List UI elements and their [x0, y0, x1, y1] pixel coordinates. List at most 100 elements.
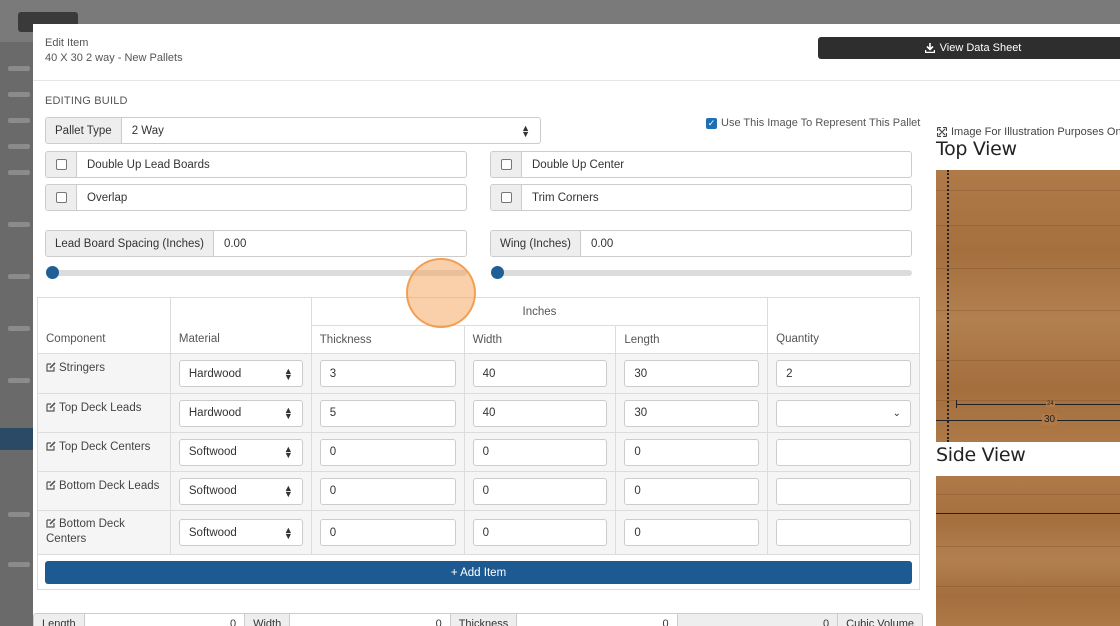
width-input[interactable]: 40 — [472, 360, 608, 387]
wing-input[interactable]: 0.00 — [581, 231, 911, 256]
component-cell: Bottom Deck Centers — [37, 510, 171, 555]
length-cell: 0 — [615, 432, 769, 472]
dimension-line — [947, 170, 949, 442]
column-width: Width — [463, 325, 617, 354]
summary-cubic-volume-label: Cubic Volume — [838, 614, 922, 626]
trim-corners-checkbox[interactable] — [500, 192, 512, 203]
length-cell: 0 — [615, 471, 769, 511]
double-up-lead-boards-checkbox[interactable] — [55, 159, 67, 170]
background-sidebar-item — [8, 118, 30, 123]
sort-icon: ▲ ▼ — [283, 405, 293, 421]
width-input[interactable]: 0 — [472, 438, 608, 466]
background-sidebar-item — [8, 512, 30, 517]
quantity-input[interactable] — [776, 477, 911, 505]
column-material: Material — [169, 297, 312, 354]
width-input[interactable]: 0 — [472, 477, 608, 505]
thickness-input[interactable]: 0 — [319, 477, 456, 505]
edit-icon[interactable] — [46, 362, 56, 372]
material-value: Softwood — [188, 485, 237, 497]
wing-label: Wing (Inches) — [491, 231, 581, 256]
lead-board-spacing-group: Lead Board Spacing (Inches) 0.00 — [45, 230, 467, 257]
wing-slider-thumb[interactable] — [491, 266, 504, 279]
lead-board-spacing-slider-thumb[interactable] — [46, 266, 59, 279]
sort-icon: ▲ ▼ — [521, 122, 530, 139]
lead-board-spacing-input[interactable]: 0.00 — [214, 231, 466, 256]
pallet-type-group: Pallet Type 2 Way ▲ ▼ — [45, 117, 541, 144]
click-indicator — [406, 258, 476, 328]
background-sidebar-item — [8, 66, 30, 71]
sort-icon: ▲ ▼ — [283, 483, 293, 499]
background-sidebar-item — [8, 562, 30, 567]
width-cell: 0 — [463, 471, 617, 511]
lead-board-spacing-slider[interactable] — [46, 266, 467, 279]
material-select[interactable]: Hardwood ▲ ▼ — [178, 360, 303, 387]
component-cell: Top Deck Centers — [37, 432, 171, 472]
thickness-input[interactable]: 0 — [319, 438, 456, 466]
material-value: Softwood — [188, 446, 237, 458]
sort-icon: ▲ ▼ — [283, 444, 293, 460]
column-component: Component — [37, 297, 171, 354]
thickness-input[interactable]: 3 — [319, 360, 456, 387]
material-select[interactable]: Hardwood ▲ ▼ — [178, 399, 303, 427]
material-select[interactable]: Softwood ▲ ▼ — [178, 438, 303, 466]
edit-icon[interactable] — [46, 441, 56, 451]
length-input[interactable]: 0 — [624, 438, 760, 466]
thickness-input[interactable]: 0 — [319, 519, 456, 546]
length-input[interactable]: 30 — [624, 360, 760, 387]
view-data-sheet-button[interactable]: View Data Sheet — [818, 37, 1120, 59]
quantity-input[interactable]: 2 — [776, 360, 911, 387]
table-row: Bottom Deck Leads Softwood ▲ ▼ 0 0 0 — [37, 471, 920, 511]
illustration-note-text: Image For Illustration Purposes Only — [951, 126, 1120, 138]
material-cell: Hardwood ▲ ▼ — [169, 393, 312, 433]
length-input[interactable]: 30 — [624, 399, 760, 427]
column-length: Length — [615, 325, 769, 354]
option-checkbox-cell — [491, 185, 522, 210]
background-sidebar-item — [8, 326, 30, 331]
edit-icon[interactable] — [46, 480, 56, 490]
component-cell: Bottom Deck Leads — [37, 471, 171, 511]
option-label: Double Up Lead Boards — [87, 158, 210, 171]
material-value: Hardwood — [188, 367, 242, 380]
checkmark-icon: ✓ — [706, 117, 717, 129]
thickness-cell: 3 — [310, 353, 465, 394]
edit-icon[interactable] — [46, 518, 56, 528]
pallet-type-label: Pallet Type — [46, 118, 122, 143]
use-image-option[interactable]: ✓ Use This Image To Represent This Palle… — [706, 117, 920, 129]
background-sidebar-item — [8, 144, 30, 149]
quantity-cell: 2 — [767, 353, 920, 394]
add-item-button[interactable]: + Add Item — [45, 561, 912, 584]
dimension-line — [956, 404, 1120, 405]
pallet-type-select[interactable]: 2 Way ▲ ▼ — [122, 118, 540, 143]
material-select[interactable]: Softwood ▲ ▼ — [178, 477, 303, 505]
width-input[interactable]: 40 — [472, 399, 608, 427]
side-view-line — [936, 513, 1120, 514]
background-sidebar — [0, 42, 34, 626]
components-table: Component Material Inches Quantity Thick… — [37, 297, 920, 555]
summary-length-value: 0 — [84, 614, 246, 626]
wood-grain — [936, 310, 1120, 311]
width-input[interactable]: 0 — [472, 519, 608, 546]
wood-grain — [936, 190, 1120, 191]
edit-icon[interactable] — [46, 402, 56, 412]
use-image-checkbox[interactable]: ✓ — [706, 117, 717, 129]
quantity-select[interactable]: ⌄ — [776, 399, 911, 427]
wood-grain — [936, 494, 1120, 495]
length-input[interactable]: 0 — [624, 477, 760, 505]
thickness-input[interactable]: 5 — [319, 399, 456, 427]
background-sidebar-item — [8, 92, 30, 97]
quantity-cell — [767, 432, 920, 472]
option-label: Overlap — [87, 191, 128, 204]
quantity-input[interactable] — [776, 438, 911, 466]
material-cell: Softwood ▲ ▼ — [169, 471, 312, 511]
wood-grain — [936, 586, 1120, 587]
length-input[interactable]: 0 — [624, 519, 760, 546]
top-view-title: Top View — [936, 138, 1017, 160]
background-sidebar-active — [0, 428, 34, 450]
option-label: Trim Corners — [532, 191, 599, 204]
overlap-checkbox[interactable] — [55, 192, 67, 203]
option-checkbox-cell — [46, 152, 77, 177]
double-up-center-checkbox[interactable] — [500, 159, 512, 170]
quantity-input[interactable] — [776, 519, 911, 546]
material-select[interactable]: Softwood ▲ ▼ — [178, 519, 303, 546]
wing-slider[interactable] — [491, 266, 912, 279]
